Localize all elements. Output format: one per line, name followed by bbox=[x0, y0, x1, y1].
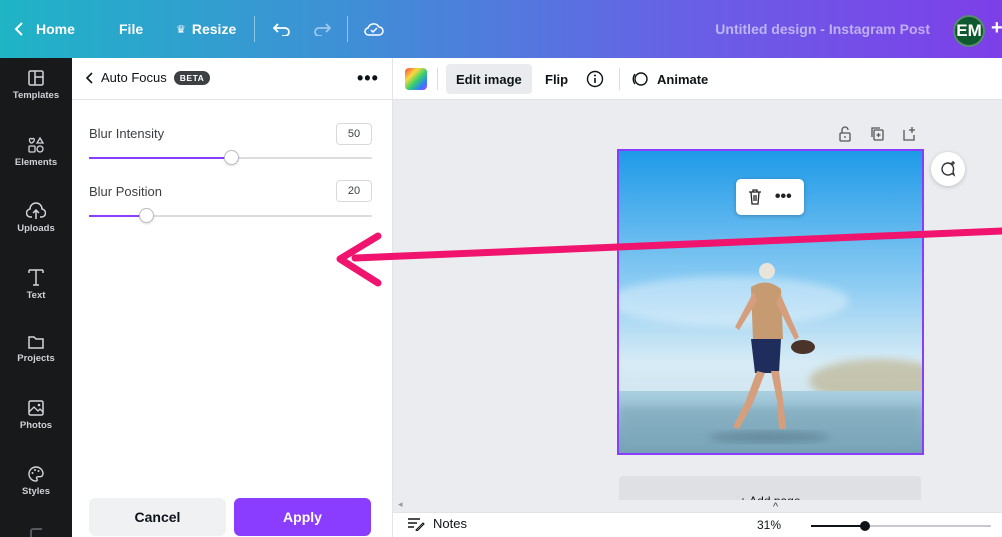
uploads-icon bbox=[26, 202, 46, 219]
trash-icon[interactable] bbox=[748, 189, 762, 205]
editor-toolbar: Edit image Flip Animate bbox=[393, 58, 1002, 100]
cloud-check-icon bbox=[364, 23, 384, 36]
sidebar-item-elements[interactable]: Elements bbox=[0, 134, 72, 184]
photos-icon bbox=[28, 400, 44, 416]
top-bar: Home File ♛ Resize Untitled design - Ins… bbox=[0, 0, 1002, 58]
chevron-left-icon bbox=[14, 22, 23, 36]
comment-plus-icon bbox=[941, 161, 956, 177]
divider bbox=[347, 16, 348, 42]
undo-button[interactable] bbox=[273, 0, 291, 58]
sidebar-item-label: Styles bbox=[22, 486, 50, 497]
redo-button[interactable] bbox=[313, 0, 331, 58]
slider-thumb[interactable] bbox=[138, 208, 154, 223]
sidebar-item-text[interactable]: Text bbox=[0, 265, 72, 315]
zoom-slider[interactable] bbox=[811, 521, 991, 531]
zoom-slider-fill bbox=[811, 525, 865, 527]
duplicate-icon[interactable] bbox=[870, 126, 884, 142]
edit-image-button[interactable]: Edit image bbox=[446, 64, 532, 94]
crown-icon: ♛ bbox=[176, 23, 186, 36]
color-picker-swatch[interactable] bbox=[405, 68, 427, 90]
divider bbox=[437, 68, 438, 90]
chevron-up-icon[interactable]: ^ bbox=[773, 501, 778, 513]
cancel-button[interactable]: Cancel bbox=[89, 498, 226, 536]
notes-button[interactable]: Notes bbox=[407, 516, 467, 531]
sidebar-item-label: Text bbox=[26, 290, 46, 301]
blur-intensity-label: Blur Intensity bbox=[89, 126, 165, 141]
chevron-left-icon bbox=[86, 71, 93, 84]
divider bbox=[254, 16, 255, 42]
more-options-icon[interactable]: ••• bbox=[357, 68, 379, 89]
home-button[interactable]: Home bbox=[14, 0, 75, 58]
slider-fill bbox=[89, 215, 146, 217]
home-label: Home bbox=[36, 21, 75, 37]
text-icon bbox=[28, 269, 44, 286]
add-page-icon[interactable] bbox=[902, 126, 916, 142]
panel-title: Auto Focus bbox=[101, 70, 167, 85]
sidebar: Templates Elements Uploads Text Projects… bbox=[0, 58, 72, 537]
redo-icon bbox=[314, 23, 331, 36]
avatar[interactable]: EM bbox=[953, 15, 985, 47]
blur-position-label: Blur Position bbox=[89, 184, 162, 199]
palette-icon bbox=[28, 466, 44, 482]
blur-intensity-input[interactable]: 50 bbox=[336, 123, 372, 145]
lock-icon[interactable] bbox=[838, 126, 852, 142]
more-apps-icon[interactable] bbox=[30, 528, 42, 537]
element-context-menu: ••• bbox=[736, 179, 804, 215]
sidebar-item-templates[interactable]: Templates bbox=[0, 67, 72, 117]
info-icon bbox=[586, 70, 604, 88]
sidebar-item-label: Templates bbox=[12, 90, 60, 101]
resize-label: Resize bbox=[191, 21, 237, 37]
folder-icon bbox=[28, 336, 44, 349]
page-controls bbox=[838, 126, 916, 142]
beta-badge: BETA bbox=[173, 70, 211, 85]
back-button[interactable]: Auto Focus BETA bbox=[86, 70, 211, 85]
sidebar-item-label: Elements bbox=[14, 157, 58, 168]
blur-intensity-slider[interactable] bbox=[89, 150, 372, 165]
sidebar-item-label: Uploads bbox=[17, 223, 55, 234]
file-label: File bbox=[119, 21, 144, 37]
sidebar-item-label: Projects bbox=[17, 353, 55, 364]
sidebar-item-uploads[interactable]: Uploads bbox=[0, 200, 72, 250]
scroll-left-icon[interactable]: ◂ bbox=[398, 499, 403, 510]
sidebar-item-label: Photos bbox=[19, 420, 53, 431]
save-status-button[interactable] bbox=[363, 0, 385, 58]
comment-add-button[interactable] bbox=[931, 152, 965, 186]
document-title[interactable]: Untitled design - Instagram Post bbox=[715, 0, 930, 58]
zoom-level[interactable]: 31% bbox=[757, 518, 781, 532]
share-plus-icon[interactable]: + bbox=[991, 17, 1002, 40]
templates-icon bbox=[28, 70, 44, 86]
undo-icon bbox=[273, 23, 290, 36]
horizontal-scrollbar[interactable]: ◂ bbox=[393, 499, 1002, 512]
sidebar-item-projects[interactable]: Projects bbox=[0, 332, 72, 382]
notes-icon bbox=[408, 517, 425, 531]
sidebar-item-photos[interactable]: Photos bbox=[0, 397, 72, 447]
resize-button[interactable]: ♛ Resize bbox=[176, 0, 236, 58]
more-icon[interactable]: ••• bbox=[775, 188, 792, 206]
info-button[interactable] bbox=[576, 64, 614, 94]
panel-header: Auto Focus BETA ••• bbox=[72, 58, 393, 100]
animate-button[interactable]: Animate bbox=[621, 64, 718, 94]
blur-position-slider[interactable] bbox=[89, 208, 372, 223]
slider-thumb[interactable] bbox=[223, 150, 239, 165]
flip-button[interactable]: Flip bbox=[535, 64, 578, 94]
elements-icon bbox=[28, 136, 45, 153]
apply-button[interactable]: Apply bbox=[234, 498, 371, 536]
bottom-bar: ^ Notes 31% bbox=[393, 501, 1002, 537]
sidebar-item-styles[interactable]: Styles bbox=[0, 463, 72, 513]
animate-label: Animate bbox=[657, 71, 709, 87]
file-menu[interactable]: File bbox=[119, 0, 143, 58]
zoom-slider-thumb[interactable] bbox=[860, 521, 870, 531]
auto-focus-panel: Auto Focus BETA ••• Blur Intensity 50 Bl… bbox=[72, 58, 393, 537]
divider bbox=[619, 68, 620, 90]
animate-icon bbox=[632, 72, 648, 86]
notes-label: Notes bbox=[433, 516, 467, 531]
slider-fill bbox=[89, 157, 231, 159]
blur-position-input[interactable]: 20 bbox=[336, 180, 372, 202]
